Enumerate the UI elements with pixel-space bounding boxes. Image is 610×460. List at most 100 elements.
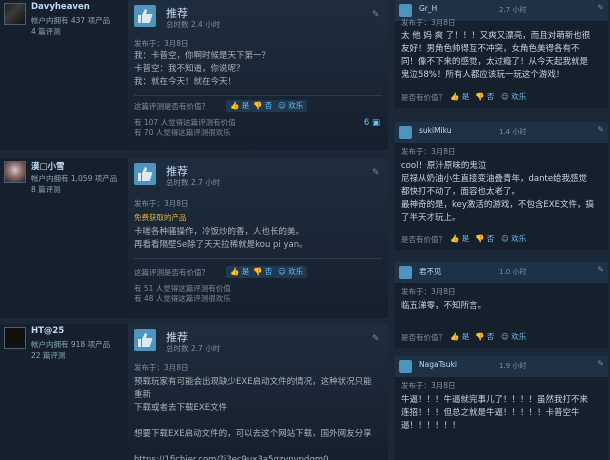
- author-name[interactable]: 漠□小雪: [31, 160, 65, 172]
- vote-stats: 有 107 人觉得这篇评测有价值 有 70 人觉得这篇评测很欢乐: [134, 118, 236, 137]
- vote-no-button[interactable]: 👎 否: [475, 91, 494, 102]
- side-playtime: 1.9 小时: [499, 362, 527, 370]
- options-icon[interactable]: ✎: [597, 3, 604, 12]
- avatar[interactable]: [4, 327, 26, 349]
- thumbs-down-icon: 👎: [253, 267, 263, 276]
- thumbs-down-icon: 👎: [253, 101, 263, 110]
- side-author-name[interactable]: sukiMiku: [419, 126, 452, 135]
- post-date: 发布于：3月8日: [401, 381, 456, 390]
- options-icon[interactable]: ✎: [597, 125, 604, 134]
- side-review-text: 临五涕零，不知所言。: [401, 301, 487, 311]
- comment-count[interactable]: 6 ▣: [364, 118, 380, 128]
- vote-funny-button[interactable]: ☺ 欢乐: [501, 91, 526, 102]
- vote-yes-button[interactable]: 👍 是: [450, 233, 469, 244]
- comment-icon: ▣: [371, 118, 380, 128]
- thumbs-up-icon: [134, 5, 156, 27]
- options-icon[interactable]: ✎: [372, 168, 382, 178]
- side-playtime: 1.4 小时: [499, 128, 527, 136]
- thumbs-up-icon: [399, 360, 412, 373]
- review-card: Davyheaven 帐户内拥有 437 项产品 4 篇评测 推荐 总时数 2.…: [0, 0, 388, 150]
- avatar[interactable]: [4, 3, 26, 25]
- author-reviews[interactable]: 22 篇评测: [31, 350, 65, 361]
- options-icon[interactable]: ✎: [597, 359, 604, 368]
- author-products[interactable]: 帐户内拥有 1,059 项产品: [31, 173, 117, 184]
- vote-no-button[interactable]: 👎 否: [249, 266, 277, 278]
- vote-no-label: 否: [264, 101, 273, 110]
- side-author-name[interactable]: Gr_H: [419, 4, 437, 13]
- vote-no-label: 否: [486, 332, 495, 341]
- vote-no-label: 否: [486, 92, 495, 101]
- free-product-badge: 免费获取的产品: [134, 213, 187, 222]
- author-products[interactable]: 帐户内拥有 437 项产品: [31, 15, 110, 26]
- author-name[interactable]: Davyheaven: [31, 2, 90, 12]
- vote-funny-label: 欢乐: [288, 267, 304, 276]
- review-author: Davyheaven 帐户内拥有 437 项产品 4 篇评测: [0, 0, 124, 150]
- comment-count-value: 6: [363, 118, 370, 128]
- thumbs-up-icon: [134, 163, 156, 185]
- vote-yes-button[interactable]: 👍 是: [450, 91, 469, 102]
- vote-no-label: 否: [264, 267, 273, 276]
- author-name[interactable]: HT@25: [31, 326, 64, 336]
- post-date: 发布于：3月8日: [134, 363, 189, 372]
- review-author: 漠□小雪 帐户内拥有 1,059 项产品 8 篇评测: [0, 158, 124, 318]
- helpful-question: 这篇评测是否有价值？: [134, 102, 209, 111]
- options-icon[interactable]: ✎: [372, 10, 382, 20]
- vote-yes-label: 是: [461, 332, 470, 341]
- review-text: 预载玩家有可能会出现缺少EXE启动文件的情况，这种状况只能重新 下载或者去下载E…: [134, 377, 372, 460]
- post-date: 发布于：3月8日: [134, 199, 189, 208]
- post-date: 发布于：3月8日: [401, 287, 456, 296]
- options-icon[interactable]: ✎: [597, 265, 604, 274]
- review-body: 推荐 总时数 2.7 小时 ✎ 发布于：3月8日 免费获取的产品 卡嗟各种骚操作…: [128, 158, 388, 318]
- thumbs-up-icon: [399, 126, 412, 139]
- side-review-text: 牛逼！！！牛逼就完事儿了！！！！虽然我打不来 连招！！！但总之就是牛逼！！！！！…: [401, 395, 589, 431]
- playtime: 总时数 2.4 小时: [166, 20, 221, 29]
- thumbs-up-icon: [134, 329, 156, 351]
- review-author: HT@25 帐户内拥有 918 项产品 22 篇评测: [0, 324, 124, 460]
- vote-funny-label: 欢乐: [288, 101, 304, 110]
- helpful-question: 是否有价值？: [401, 235, 446, 244]
- author-reviews[interactable]: 8 篇评测: [31, 184, 61, 195]
- side-playtime: 2.7 小时: [499, 6, 527, 14]
- avatar[interactable]: [4, 161, 26, 183]
- author-products[interactable]: 帐户内拥有 918 项产品: [31, 339, 110, 350]
- review-text: 我：卡普空，你啊时候是天下第一？ 卡普空：我不知道，你说呢？ 我：就在今天！就在…: [134, 51, 271, 87]
- vote-no-button[interactable]: 👎 否: [475, 331, 494, 342]
- vote-yes-label: 是: [461, 234, 470, 243]
- side-review-card: 君不见 1.0 小时 ✎ 发布于：3月8日 临五涕零，不知所言。 是否有价值？ …: [395, 262, 608, 348]
- author-reviews[interactable]: 4 篇评测: [31, 26, 61, 37]
- review-card: 漠□小雪 帐户内拥有 1,059 项产品 8 篇评测 推荐 总时数 2.7 小时…: [0, 158, 388, 318]
- post-date: 发布于：3月8日: [401, 147, 456, 156]
- side-review-header: NagaTsuki 1.9 小时 ✎: [395, 356, 608, 377]
- vote-yes-button[interactable]: 👍 是: [450, 331, 469, 342]
- post-date: 发布于：3月8日: [401, 18, 456, 27]
- vote-no-label: 否: [486, 234, 495, 243]
- side-author-name[interactable]: NagaTsuki: [419, 360, 457, 369]
- vote-funny-label: 欢乐: [511, 92, 527, 101]
- smile-icon: ☺: [278, 267, 286, 276]
- thumbs-up-icon: 👍: [230, 101, 240, 110]
- smile-icon: ☺: [278, 101, 286, 110]
- side-review-header: sukiMiku 1.4 小时 ✎: [395, 122, 608, 143]
- divider: [134, 95, 382, 96]
- vote-yes-label: 是: [461, 92, 470, 101]
- thumbs-up-icon: 👍: [230, 267, 240, 276]
- side-author-name[interactable]: 君不见: [419, 266, 442, 277]
- vote-funny-button[interactable]: ☺ 欢乐: [274, 266, 308, 278]
- side-playtime: 1.0 小时: [499, 268, 527, 276]
- helpful-question: 是否有价值？: [401, 333, 446, 342]
- side-review-text: cool！原汁原味的鬼泣 尼禄从奶油小生直接变油叠青年，dante给我感觉 都快…: [401, 161, 594, 223]
- vote-funny-button[interactable]: ☺ 欢乐: [501, 233, 526, 244]
- vote-no-button[interactable]: 👎 否: [475, 233, 494, 244]
- options-icon[interactable]: ✎: [372, 334, 382, 344]
- thumbs-up-icon: [399, 4, 412, 17]
- vote-funny-button[interactable]: ☺ 欢乐: [274, 100, 308, 112]
- divider: [134, 258, 382, 259]
- side-review-card: sukiMiku 1.4 小时 ✎ 发布于：3月8日 cool！原汁原味的鬼泣 …: [395, 122, 608, 250]
- vote-stats: 有 51 人觉得这篇评测有价值 有 48 人觉得这篇评测很欢乐: [134, 284, 231, 303]
- side-review-text: 太 他 妈 爽 了！！！又爽又漂亮，而且对萌新也很 友好！男角色帅得互不冲突，女…: [401, 31, 591, 80]
- review-text: 卡嗟各种骚操作，冷饭炒的香，人也长的美。 再看看隔壁Se除了天天拉稀就是kou …: [134, 227, 308, 250]
- vote-funny-button[interactable]: ☺ 欢乐: [501, 331, 526, 342]
- vote-no-button[interactable]: 👎 否: [249, 100, 277, 112]
- thumbs-up-icon: [399, 266, 412, 279]
- post-date: 发布于：3月8日: [134, 39, 189, 48]
